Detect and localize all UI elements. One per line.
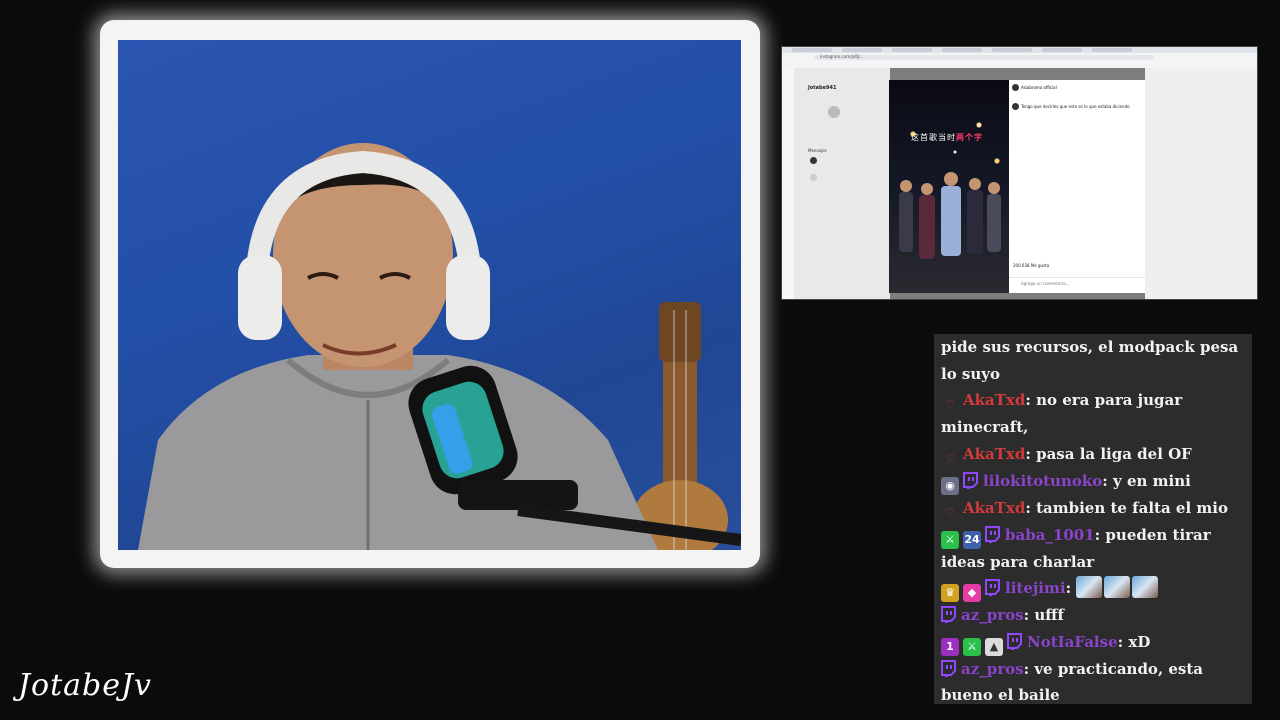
crown-badge-icon: ♛ [941, 584, 959, 602]
messages-label: Mensajes [808, 148, 827, 153]
instagram-messages-panel: Jotabe941 Mensajes [794, 68, 890, 299]
chat-avatar[interactable] [810, 174, 817, 181]
chat-username[interactable]: litejimi [1005, 579, 1066, 597]
chat-overlay: pide sus recursos, el modpack pesa lo su… [934, 334, 1252, 704]
chat-username[interactable]: az_pros [961, 660, 1024, 678]
browser-tab[interactable] [1092, 48, 1132, 52]
url-text: instagram.com/p/DJ... [820, 54, 864, 59]
chat-username[interactable]: lilokitotunoko [983, 472, 1102, 490]
twitch-icon [941, 606, 956, 623]
browser-tab[interactable] [892, 48, 932, 52]
url-field[interactable]: instagram.com/p/DJ... [814, 54, 1154, 60]
chat-text: : y en mini [1102, 471, 1191, 490]
heart-outline-badge-icon: ♡ [945, 451, 955, 465]
chat-message: ♡ AkaTxd: pasa la liga del OF [941, 441, 1246, 468]
chat-message: ♛ ◆ litejimi: [941, 575, 1246, 602]
post-comment: Tengo que decirles que esto es lo que es… [1021, 104, 1130, 109]
reel-video[interactable]: 这首歌当时两个字 [889, 80, 1009, 293]
24-badge-icon: 24 [963, 530, 981, 549]
divider [1009, 277, 1145, 278]
chat-text: : ufff [1023, 606, 1065, 624]
twitch-icon [963, 471, 978, 489]
chat-message: az_pros: ve practicando, esta bueno el b… [941, 656, 1246, 704]
chat-username[interactable]: AkaTxd [963, 391, 1025, 409]
heart-outline-badge-icon: ♡ [945, 505, 955, 519]
avatar[interactable] [828, 106, 840, 118]
chat-text: : xD [1117, 632, 1151, 651]
address-bar[interactable]: instagram.com/p/DJ... [782, 53, 1257, 62]
1st-badge-icon: 1 [941, 637, 959, 656]
chat-text: : tambien te falta el mio [1025, 498, 1228, 517]
chat-username[interactable]: AkaTxd [963, 499, 1025, 517]
triangle-badge-icon: ▲ [985, 637, 1003, 656]
post-panel: Asiabroma official Tengo que decirles qu… [1009, 80, 1145, 293]
browser-tab[interactable] [1042, 48, 1082, 52]
browser-tab[interactable] [792, 48, 832, 52]
chat-username[interactable]: NotIaFalse [1027, 633, 1118, 651]
twitch-icon [985, 579, 1000, 596]
chat-text: : pasa la liga del OF [1025, 444, 1192, 463]
webcam-feed [118, 40, 741, 550]
chat-username[interactable]: AkaTxd [963, 445, 1025, 463]
chat-message: ♡ AkaTxd: tambien te falta el mio [941, 495, 1246, 522]
comment-avatar[interactable] [1012, 103, 1019, 110]
goggles-badge-icon: ◉ [941, 476, 959, 495]
chat-username[interactable]: az_pros [961, 606, 1024, 624]
likes-count: 200.038 Me gusta [1013, 263, 1050, 268]
dancers [899, 172, 1001, 259]
chat-username[interactable]: baba_1001 [1005, 526, 1095, 544]
twitch-icon [1007, 632, 1022, 650]
chat-avatar[interactable] [810, 157, 817, 164]
chat-message: ◉ lilokitotunoko: y en mini [941, 468, 1246, 495]
chat-message: pide sus recursos, el modpack pesa lo su… [941, 334, 1246, 387]
sword-badge-icon: ⚔ [963, 637, 981, 656]
browser-tab[interactable] [842, 48, 882, 52]
emote-icon [1104, 576, 1131, 598]
instagram-sidebar [782, 68, 794, 299]
heart-outline-badge-icon: ♡ [945, 398, 955, 411]
browser-tab[interactable] [942, 48, 982, 52]
add-comment-input[interactable]: Agrega un comentario... [1021, 281, 1069, 286]
browser-tab[interactable] [992, 48, 1032, 52]
sword-badge-icon: ⚔ [941, 530, 959, 549]
chat-message: ♡ AkaTxd: no era para jugar minecraft, [941, 387, 1246, 441]
emote-icon [1076, 576, 1103, 598]
twitch-icon [941, 659, 956, 677]
screen-share: instagram.com/p/DJ... Jotabe941 Mensajes… [781, 46, 1258, 300]
channel-logo: JotabeJv [18, 668, 152, 703]
profile-name[interactable]: Jotabe941 [808, 85, 836, 91]
twitch-icon [985, 525, 1000, 543]
instagram-right-pane [1145, 68, 1257, 299]
chat-message-list: pide sus recursos, el modpack pesa lo su… [934, 334, 1252, 704]
post-avatar[interactable] [1012, 84, 1019, 91]
emote-icon [1132, 576, 1159, 598]
chat-message: az_pros: ufff [941, 602, 1246, 629]
chat-message: ⚔ 24 baba_1001: pueden tirar ideas para ch… [941, 522, 1246, 576]
gem-badge-icon: ◆ [963, 584, 981, 602]
chat-message: 1 ⚔ ▲ NotIaFalse: xD [941, 629, 1246, 656]
webcam-scene [118, 40, 741, 550]
chat-text: pide sus recursos, el modpack pesa lo su… [941, 338, 1239, 383]
post-account[interactable]: Asiabroma official [1021, 85, 1057, 90]
